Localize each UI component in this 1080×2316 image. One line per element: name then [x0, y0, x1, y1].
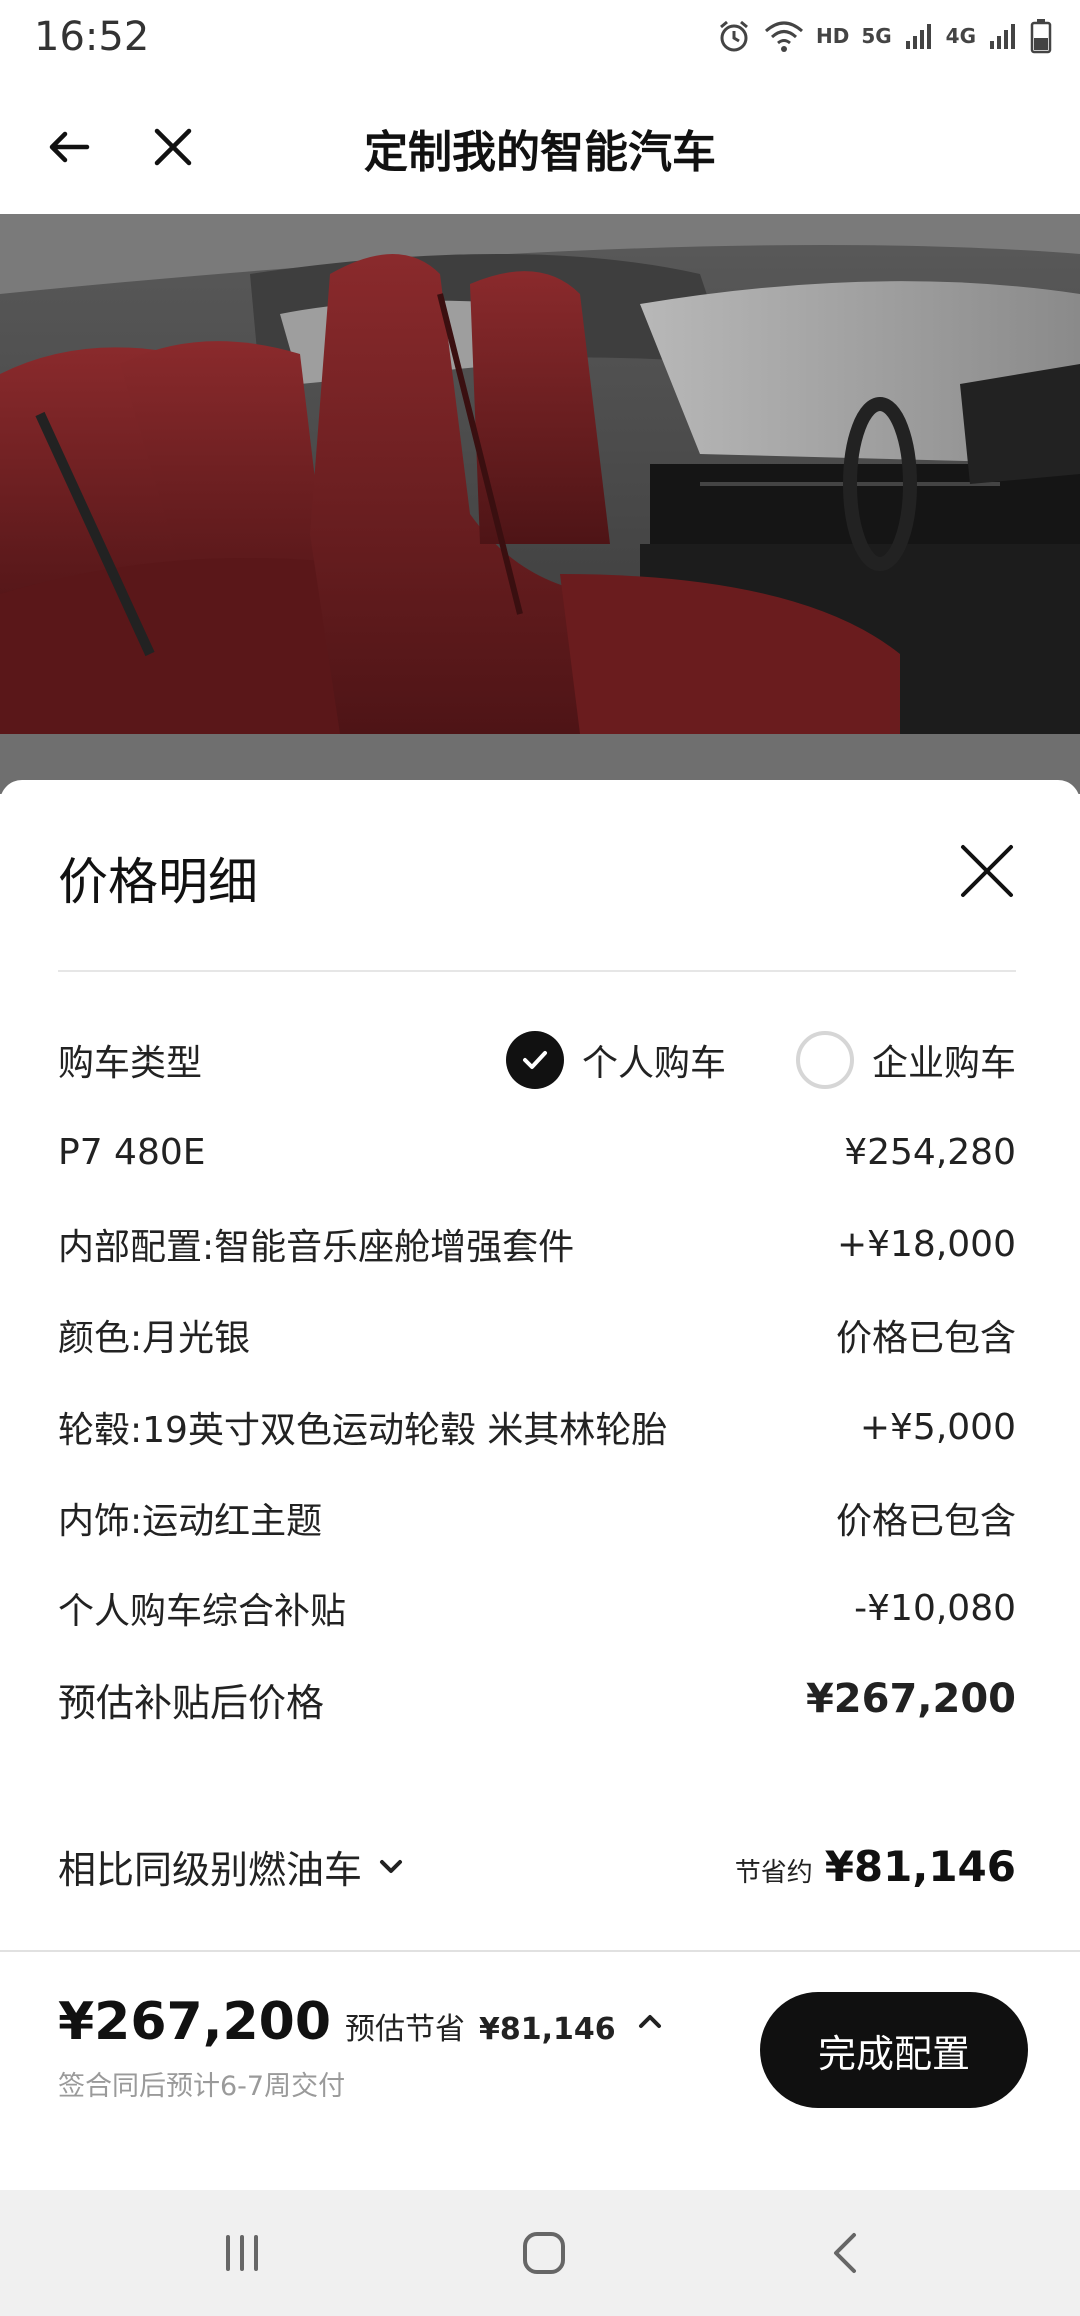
- saving-prefix: 节省约: [734, 1857, 813, 1888]
- row-label: 内部配置:智能音乐座舱增强套件: [58, 1227, 575, 1268]
- purchase-type-radio-group: 个人购车 企业购车: [505, 1031, 1016, 1089]
- system-nav-bar: [0, 2190, 1080, 2316]
- recent-apps-button[interactable]: [202, 2220, 282, 2286]
- divider: [58, 970, 1016, 972]
- page-title: 定制我的智能汽车: [364, 127, 716, 178]
- battery-icon: [1030, 18, 1052, 54]
- radio-personal-label: 个人购车: [581, 1043, 726, 1084]
- sheet-title: 价格明细: [58, 853, 258, 911]
- row-label: 轮毂:19英寸双色运动轮毂 米其林轮胎: [58, 1410, 668, 1451]
- footer-price: ¥267,200: [58, 1992, 332, 2052]
- net-4g-label: 4G: [945, 24, 976, 48]
- row-label: P7 480E: [58, 1131, 206, 1173]
- status-bar: 16:52 HD 5G 4G: [0, 0, 1080, 80]
- footer-estimate-label: 预估节省: [345, 2012, 466, 2047]
- compare-label: 相比同级别燃油车: [58, 1847, 363, 1892]
- row-value: ¥254,280: [844, 1131, 1016, 1173]
- price-row-interior-config: 内部配置:智能音乐座舱增强套件 +¥18,000: [58, 1214, 1016, 1274]
- nav-back-button[interactable]: [806, 2220, 886, 2286]
- row-label: 预估补贴后价格: [58, 1680, 325, 1725]
- hd-label: HD: [815, 24, 850, 48]
- price-row-subsidy: 个人购车综合补贴 -¥10,080: [58, 1578, 1016, 1638]
- recent-apps-icon: [226, 2235, 258, 2271]
- price-row-model: P7 480E ¥254,280: [58, 1122, 1016, 1182]
- row-value: 价格已包含: [835, 1318, 1016, 1359]
- row-label: 内饰:运动红主题: [58, 1501, 323, 1542]
- row-value: ¥267,200: [805, 1676, 1016, 1722]
- finish-config-button[interactable]: 完成配置: [760, 1992, 1028, 2108]
- top-app-bar: 定制我的智能汽车: [0, 80, 1080, 214]
- status-time: 16:52: [34, 14, 150, 60]
- radio-enterprise[interactable]: 企业购车: [795, 1031, 1016, 1089]
- purchase-type-row: 购车类型 个人购车 企业购车: [58, 1030, 1016, 1090]
- net-5g-label: 5G: [861, 24, 892, 48]
- row-label: 个人购车综合补贴: [58, 1591, 347, 1632]
- wifi-icon: [764, 19, 804, 53]
- compare-fuel-car-toggle[interactable]: 相比同级别燃油车: [58, 1839, 406, 1894]
- signal-icon: [904, 21, 934, 51]
- signal-icon-2: [988, 21, 1018, 51]
- footer-price-line[interactable]: ¥267,200 预估节省 ¥81,146: [58, 1992, 664, 2052]
- chevron-down-icon: [380, 1860, 403, 1873]
- check-icon: [505, 1031, 564, 1089]
- price-row-wheels: 轮毂:19英寸双色运动轮毂 米其林轮胎 +¥5,000: [58, 1397, 1016, 1457]
- row-value: 价格已包含: [835, 1501, 1016, 1542]
- alarm-icon: [716, 18, 752, 54]
- price-row-trim: 内饰:运动红主题 价格已包含: [58, 1488, 1016, 1548]
- radio-personal[interactable]: 个人购车: [505, 1031, 726, 1089]
- radio-enterprise-label: 企业购车: [871, 1043, 1016, 1084]
- row-value: +¥18,000: [836, 1223, 1016, 1265]
- home-button[interactable]: [504, 2220, 584, 2286]
- chevron-up-icon[interactable]: [636, 2008, 664, 2036]
- back-icon: [834, 2233, 856, 2273]
- compare-fuel-car-row[interactable]: 相比同级别燃油车 节省约 ¥81,146: [58, 1836, 1016, 1896]
- purchase-type-label: 购车类型: [58, 1043, 203, 1084]
- checkout-footer: ¥267,200 预估节省 ¥81,146 签合同后预计6-7周交付 完成配置: [0, 1952, 1080, 2190]
- delivery-note: 签合同后预计6-7周交付: [58, 2071, 346, 2102]
- price-row-estimated-total: 预估补贴后价格 ¥267,200: [58, 1669, 1016, 1729]
- price-row-color: 颜色:月光银 价格已包含: [58, 1305, 1016, 1365]
- row-label: 颜色:月光银: [58, 1318, 251, 1359]
- car-interior-image: [0, 214, 1080, 734]
- radio-empty-icon: [795, 1031, 854, 1089]
- footer-estimate-value: ¥81,146: [479, 2012, 616, 2047]
- sheet-close-button[interactable]: [952, 836, 1022, 906]
- row-value: -¥10,080: [854, 1587, 1016, 1629]
- close-icon: [961, 845, 1013, 897]
- row-value: +¥5,000: [859, 1406, 1016, 1448]
- compare-saving: 节省约 ¥81,146: [735, 1842, 1016, 1891]
- home-icon: [523, 2232, 565, 2274]
- status-icons: HD 5G 4G: [716, 18, 1052, 54]
- saving-value: ¥81,146: [824, 1841, 1016, 1891]
